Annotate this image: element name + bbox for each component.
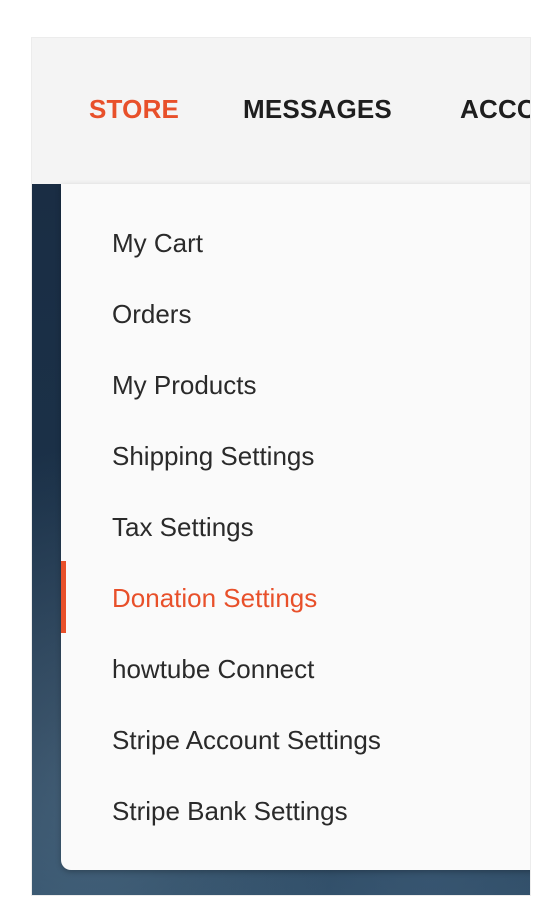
menu-item-donation-settings[interactable]: Donation Settings xyxy=(112,582,317,614)
menu-item-shipping-settings[interactable]: Shipping Settings xyxy=(112,440,314,472)
menu-item-stripe-bank-settings[interactable]: Stripe Bank Settings xyxy=(112,795,348,827)
store-dropdown-menu: My Cart Orders My Products Shipping Sett… xyxy=(61,184,530,870)
menu-item-stripe-account-settings[interactable]: Stripe Account Settings xyxy=(112,724,381,756)
menu-item-howtube-connect[interactable]: howtube Connect xyxy=(112,653,314,685)
menu-item-my-products[interactable]: My Products xyxy=(112,369,257,401)
active-item-indicator xyxy=(61,561,66,633)
nav-tab-account[interactable]: ACCC xyxy=(460,94,530,125)
top-navbar: STORE MESSAGES ACCC xyxy=(32,38,530,184)
nav-tab-messages[interactable]: MESSAGES xyxy=(243,94,392,125)
app-frame: STORE MESSAGES ACCC My Cart Orders My Pr… xyxy=(32,38,530,895)
menu-item-tax-settings[interactable]: Tax Settings xyxy=(112,511,254,543)
nav-tab-store[interactable]: STORE xyxy=(89,94,179,125)
menu-item-my-cart[interactable]: My Cart xyxy=(112,227,203,259)
menu-item-orders[interactable]: Orders xyxy=(112,298,191,330)
